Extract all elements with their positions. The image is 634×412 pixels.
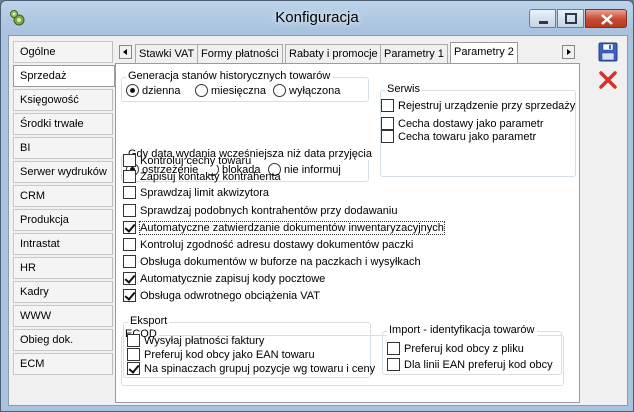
checkbox[interactable] xyxy=(387,358,400,371)
group-generacja-stanow: Generacja stanów historycznych towarów d… xyxy=(121,70,369,102)
triangle-left-icon xyxy=(123,49,127,55)
checkbox[interactable] xyxy=(381,130,394,143)
cancel-button[interactable] xyxy=(596,68,620,92)
checkbox-zapisuj-kontakty[interactable]: Zapisuj kontakty kontrahenta xyxy=(123,170,281,184)
tab-parametry-2[interactable]: Parametry 2 xyxy=(450,42,518,65)
tab-stawki-vat[interactable]: Stawki VAT xyxy=(135,44,199,64)
sidebar-item-obieg-dok[interactable]: Obieg dok. xyxy=(13,329,113,351)
configuration-window: Konfiguracja Ogólne Sprzedaż Księgowość … xyxy=(0,0,634,412)
radio-button[interactable] xyxy=(273,84,286,97)
sidebar-item-produkcja[interactable]: Produkcja xyxy=(13,209,113,231)
checkbox-cecha-dostawy[interactable]: Cecha dostawy jako parametr xyxy=(381,117,544,131)
checkbox[interactable] xyxy=(123,186,136,199)
tab-formy-platnosci[interactable]: Formy płatności xyxy=(197,44,283,64)
checkbox-dla-linii-ean[interactable]: Dla linii EAN preferuj kod obcy xyxy=(387,358,553,372)
save-button[interactable] xyxy=(596,40,620,64)
sidebar-item-www[interactable]: WWW xyxy=(13,305,113,327)
tab-rabaty-i-promocje[interactable]: Rabaty i promocje xyxy=(285,44,382,64)
checkbox-automatyczne-zatwierdzanie[interactable]: Automatyczne zatwierdzanie dokumentów in… xyxy=(123,221,445,235)
checkbox-rejestruj-urzadzenie[interactable]: Rejestruj urządzenie przy sprzedaży xyxy=(381,99,575,113)
sidebar-item-sprzedaz[interactable]: Sprzedaż xyxy=(13,65,115,87)
radio-miesieczna[interactable]: miesięczna xyxy=(195,84,266,98)
checkbox[interactable] xyxy=(123,238,136,251)
group-title-eksport: Eksport xyxy=(128,315,170,327)
checkbox-automatycznie-zapisuj-kody[interactable]: Automatycznie zapisuj kody pocztowe xyxy=(123,272,325,286)
checkbox[interactable] xyxy=(127,362,140,375)
checkbox[interactable] xyxy=(123,170,136,183)
sidebar-item-bi[interactable]: BI xyxy=(13,137,113,159)
radio-button[interactable] xyxy=(195,84,208,97)
checkbox-wysylaj-platnosci[interactable]: Wysyłaj płatności faktury xyxy=(127,334,264,348)
checkbox[interactable] xyxy=(123,154,136,167)
close-icon xyxy=(601,14,613,25)
maximize-icon xyxy=(565,13,577,24)
group-title-generacja: Generacja stanów historycznych towarów xyxy=(126,70,333,82)
radio-wylaczona[interactable]: wyłączona xyxy=(273,84,340,98)
checkbox-sprawdzaj-podobnych[interactable]: Sprawdzaj podobnych kontrahentów przy do… xyxy=(123,204,397,218)
group-title-serwis: Serwis xyxy=(385,83,423,95)
close-button[interactable] xyxy=(585,9,627,28)
checkbox-preferuj-kod-z-pliku[interactable]: Preferuj kod obcy z pliku xyxy=(387,342,524,356)
sidebar: Ogólne Sprzedaż Księgowość Środki trwałe… xyxy=(13,41,115,377)
tab-parametry-1[interactable]: Parametry 1 xyxy=(380,44,448,64)
dialog-client-area: Ogólne Sprzedaż Księgowość Środki trwałe… xyxy=(8,35,628,406)
checkbox-preferuj-kod-ean[interactable]: Preferuj kod obcy jako EAN towaru xyxy=(127,348,315,362)
checkbox[interactable] xyxy=(381,117,394,130)
checkbox[interactable] xyxy=(123,221,136,234)
sidebar-item-srodki-trwale[interactable]: Środki trwałe xyxy=(13,113,113,135)
checkbox[interactable] xyxy=(387,342,400,355)
triangle-right-icon xyxy=(567,49,571,55)
checkbox-sprawdzaj-limit[interactable]: Sprawdzaj limit akwizytora xyxy=(123,186,269,200)
checkbox-obsluga-dokumentow-bufor[interactable]: Obsługa dokumentów w buforze na paczkach… xyxy=(123,255,421,269)
checkbox-kontroluj-cechy[interactable]: Kontroluj cechy towaru xyxy=(123,154,251,168)
checkbox-odwrotne-obciazenie[interactable]: Obsługa odwrotnego obciążenia VAT xyxy=(123,289,320,303)
sidebar-item-crm[interactable]: CRM xyxy=(13,185,113,207)
sidebar-item-ksiegowosc[interactable]: Księgowość xyxy=(13,89,113,111)
maximize-button[interactable] xyxy=(557,9,584,28)
minimize-button[interactable] xyxy=(529,9,556,28)
sidebar-item-kadry[interactable]: Kadry xyxy=(13,281,113,303)
sidebar-item-hr[interactable]: HR xyxy=(13,257,113,279)
checkbox[interactable] xyxy=(381,99,394,112)
title-bar[interactable]: Konfiguracja xyxy=(1,1,633,35)
checkbox-cecha-towaru[interactable]: Cecha towaru jako parametr xyxy=(381,130,536,144)
red-x-icon xyxy=(599,71,617,89)
group-title-import: Import - identyfikacja towarów xyxy=(387,324,537,336)
sidebar-item-intrastat[interactable]: Intrastat xyxy=(13,233,113,255)
checkbox-na-spinaczach-grupuj[interactable]: Na spinaczach grupuj pozycje wg towaru i… xyxy=(127,362,375,376)
checkbox[interactable] xyxy=(123,272,136,285)
checkbox-kontroluj-zgodnosc[interactable]: Kontroluj zgodność adresu dostawy dokume… xyxy=(123,238,413,252)
checkbox[interactable] xyxy=(123,289,136,302)
floppy-disk-icon xyxy=(598,42,618,62)
sidebar-item-ecm[interactable]: ECM xyxy=(13,353,113,375)
tab-scroll-right-button[interactable] xyxy=(562,45,575,59)
checkbox[interactable] xyxy=(123,255,136,268)
tab-bar: Stawki VAT Formy płatności Rabaty i prom… xyxy=(115,42,580,65)
radio-button[interactable] xyxy=(126,84,139,97)
checkbox[interactable] xyxy=(127,334,140,347)
checkbox[interactable] xyxy=(127,348,140,361)
radio-dzienna[interactable]: dzienna xyxy=(126,84,181,98)
sidebar-item-ogolne[interactable]: Ogólne xyxy=(13,41,113,63)
checkbox[interactable] xyxy=(123,204,136,217)
minimize-icon xyxy=(539,21,548,24)
sidebar-item-serwer-wydrukow[interactable]: Serwer wydruków xyxy=(13,161,113,183)
tab-scroll-left-button[interactable] xyxy=(119,45,132,59)
